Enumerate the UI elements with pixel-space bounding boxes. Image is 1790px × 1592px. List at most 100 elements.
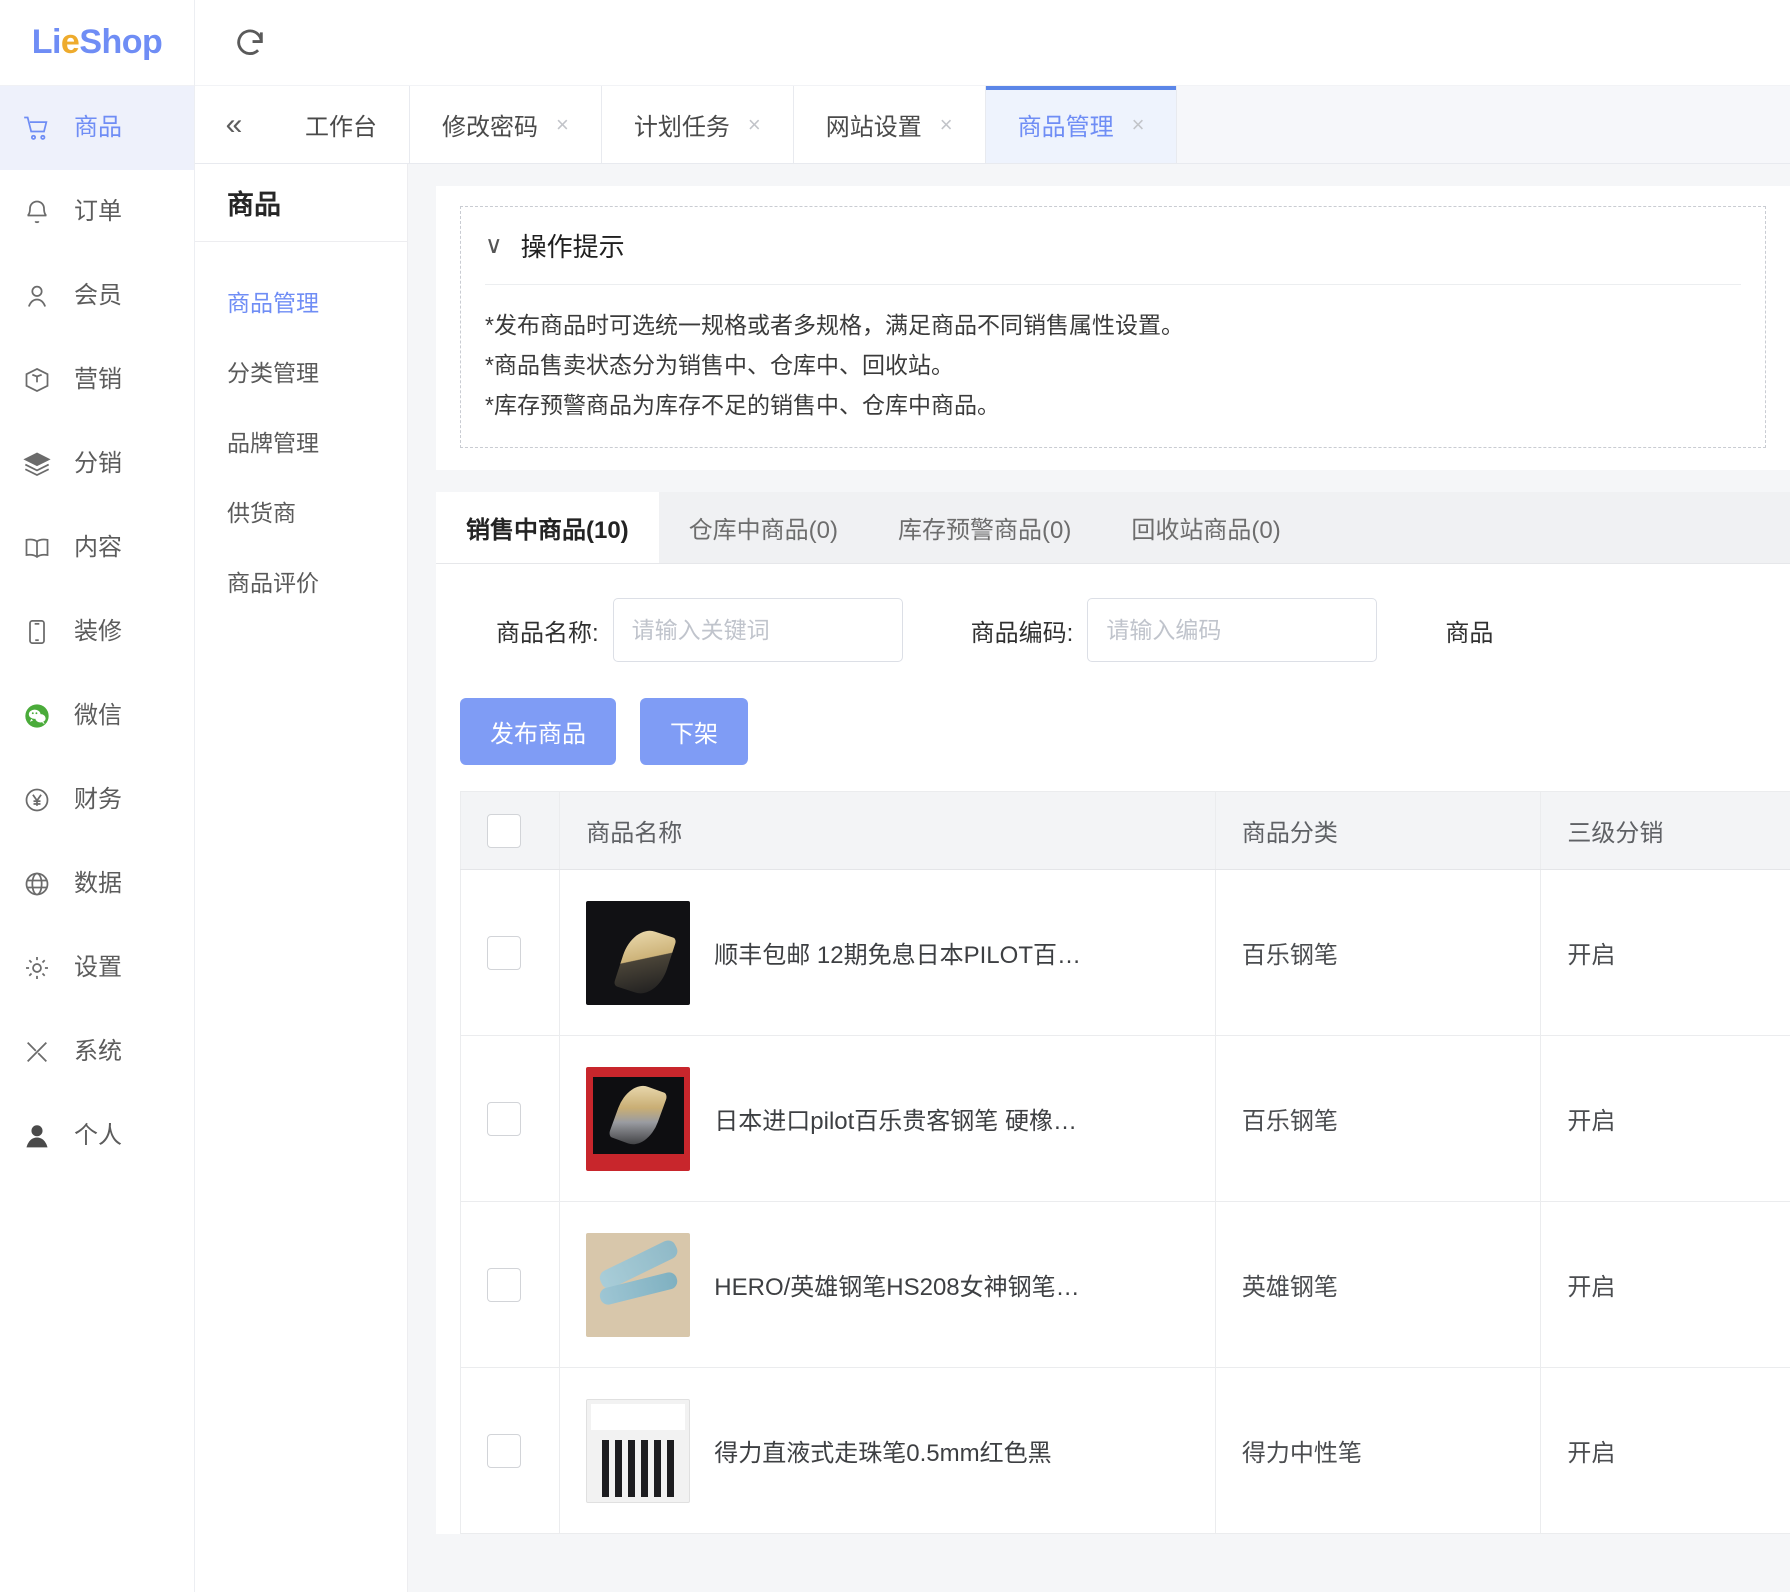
goods-name-text: 顺丰包邮 12期免息日本PILOT百…: [714, 942, 1081, 969]
main-panel: ∨ 操作提示 *发布商品时可选统一规格或者多规格，满足商品不同销售属性设置。 *…: [408, 164, 1790, 1592]
goods-table: 商品名称 商品分类 三级分销 顺丰包邮 12期免息日本PILOT百… 百乐钢笔 …: [459, 791, 1790, 1534]
sidebar-label-marketing: 营销: [74, 366, 122, 393]
filter-third-label: 商品: [1445, 619, 1494, 647]
goods-thumbnail: [586, 1232, 691, 1337]
goods-thumbnail: [586, 1398, 691, 1503]
row-select-cell: [459, 1201, 561, 1368]
row-checkbox[interactable]: [487, 935, 521, 970]
refresh-icon[interactable]: [233, 26, 267, 60]
submenu-item-supplier[interactable]: 供货商: [195, 476, 407, 546]
sidebar-item-personal[interactable]: 个人: [0, 1094, 194, 1178]
operation-tips-header[interactable]: ∨ 操作提示: [485, 207, 1741, 285]
tab-warehouse-goods[interactable]: 仓库中商品(0): [659, 492, 868, 563]
mobile-icon: [22, 617, 52, 647]
close-icon[interactable]: ×: [940, 113, 953, 136]
goods-cell: 顺丰包邮 12期免息日本PILOT百…: [586, 900, 1189, 1005]
cube-icon: [22, 365, 52, 395]
goods-panel: 销售中商品(10) 仓库中商品(0) 库存预警商品(0) 回收站商品(0) 商品…: [436, 492, 1790, 1534]
brand-logo-part2: e: [60, 23, 80, 61]
user-icon: [22, 281, 52, 311]
filter-goods-name: 商品名称:: [496, 598, 903, 662]
filter-goods-code: 商品编码:: [971, 598, 1378, 662]
table-row[interactable]: 得力直液式走珠笔0.5mm红色黑 得力中性笔 开启: [459, 1367, 1790, 1534]
unlist-goods-button[interactable]: 下架: [640, 698, 748, 765]
tab-workbench[interactable]: 工作台: [273, 86, 410, 163]
row-goods-name-cell: 得力直液式走珠笔0.5mm红色黑: [559, 1367, 1216, 1534]
person-icon: [22, 1121, 52, 1151]
close-icon[interactable]: ×: [556, 113, 569, 136]
gear-icon: [22, 953, 52, 983]
goods-cell: 得力直液式走珠笔0.5mm红色黑: [586, 1398, 1189, 1503]
row-category-cell: 百乐钢笔: [1214, 869, 1542, 1036]
tab-change-password[interactable]: 修改密码 ×: [410, 86, 602, 163]
submenu-item-brand-management[interactable]: 品牌管理: [195, 406, 407, 476]
cart-icon: [22, 113, 52, 143]
column-goods-name: 商品名称: [559, 791, 1216, 870]
close-icon[interactable]: ×: [748, 113, 761, 136]
sidebar-label-members: 会员: [74, 282, 122, 309]
sidebar-item-wechat[interactable]: 微信: [0, 674, 194, 758]
chevron-down-icon[interactable]: ∨: [485, 231, 503, 260]
globe-icon: [22, 869, 52, 899]
row-select-cell: [459, 1367, 561, 1534]
tab-label: 网站设置: [825, 114, 922, 141]
row-checkbox[interactable]: [487, 1101, 521, 1136]
operation-tips-body: *发布商品时可选统一规格或者多规格，满足商品不同销售属性设置。 *商品售卖状态分…: [485, 285, 1741, 425]
brand-logo-part3: Shop: [79, 23, 163, 61]
sidebar-item-finance[interactable]: 财务: [0, 758, 194, 842]
column-three-level-distribution: 三级分销: [1540, 791, 1790, 870]
tab-goods-management[interactable]: 商品管理 ×: [985, 86, 1178, 163]
goods-table-wrapper: 商品名称 商品分类 三级分销 顺丰包邮 12期免息日本PILOT百… 百乐钢笔 …: [436, 791, 1790, 1534]
close-icon[interactable]: ×: [1132, 113, 1145, 136]
filter-bar: 商品名称: 商品编码: 商品: [436, 564, 1790, 692]
sidebar-item-orders[interactable]: 订单: [0, 170, 194, 254]
table-header-row: 商品名称 商品分类 三级分销: [459, 791, 1790, 870]
row-checkbox[interactable]: [487, 1433, 521, 1468]
sidebar-item-members[interactable]: 会员: [0, 254, 194, 338]
sidebar-label-personal: 个人: [74, 1122, 122, 1149]
table-row[interactable]: 日本进口pilot百乐贵客钢笔 硬橡… 百乐钢笔 开启: [459, 1035, 1790, 1202]
goods-thumbnail: [586, 900, 691, 1005]
tab-site-settings[interactable]: 网站设置 ×: [793, 86, 986, 163]
goods-name-input[interactable]: [612, 598, 903, 662]
collapse-tabs-button[interactable]: «: [195, 86, 273, 163]
tab-on-sale-goods[interactable]: 销售中商品(10): [436, 492, 659, 563]
tab-scheduled-tasks[interactable]: 计划任务 ×: [601, 86, 794, 163]
sidebar-item-decoration[interactable]: 装修: [0, 590, 194, 674]
sidebar-item-data[interactable]: 数据: [0, 842, 194, 926]
bell-icon: [22, 197, 52, 227]
brand-logo[interactable]: LieShop: [0, 0, 194, 86]
sidebar-item-distribution[interactable]: 分销: [0, 422, 194, 506]
table-row[interactable]: 顺丰包邮 12期免息日本PILOT百… 百乐钢笔 开启: [459, 869, 1790, 1036]
browser-tabbar: « 工作台 修改密码 × 计划任务 × 网站设置 × 商品管理 ×: [195, 86, 1790, 164]
sidebar-label-goods: 商品: [74, 114, 122, 141]
sidebar-item-goods[interactable]: 商品: [0, 86, 194, 170]
select-all-header: [459, 791, 561, 870]
publish-goods-button[interactable]: 发布商品: [460, 698, 616, 765]
module-submenu: 商品 商品管理 分类管理 品牌管理 供货商 商品评价: [195, 164, 408, 1592]
sidebar-item-settings[interactable]: 设置: [0, 926, 194, 1010]
submenu-item-category-management[interactable]: 分类管理: [195, 336, 407, 406]
goods-code-input[interactable]: [1087, 598, 1378, 662]
table-row[interactable]: HERO/英雄钢笔HS208女神钢笔… 英雄钢笔 开启: [459, 1201, 1790, 1368]
operation-tips-box: ∨ 操作提示 *发布商品时可选统一规格或者多规格，满足商品不同销售属性设置。 *…: [460, 206, 1766, 448]
brand-logo-part1: Li: [31, 23, 62, 61]
submenu-item-goods-reviews[interactable]: 商品评价: [195, 546, 407, 616]
goods-name-text: HERO/英雄钢笔HS208女神钢笔…: [714, 1274, 1080, 1301]
row-checkbox[interactable]: [487, 1267, 521, 1302]
book-icon: [22, 533, 52, 563]
sidebar-item-content[interactable]: 内容: [0, 506, 194, 590]
sidebar-label-data: 数据: [74, 870, 122, 897]
sidebar-item-marketing[interactable]: 营销: [0, 338, 194, 422]
tab-stock-warning-goods[interactable]: 库存预警商品(0): [868, 492, 1101, 563]
tab-recycle-bin-goods[interactable]: 回收站商品(0): [1101, 492, 1310, 563]
column-goods-category: 商品分类: [1214, 791, 1542, 870]
select-all-checkbox[interactable]: [487, 813, 521, 848]
goods-cell: 日本进口pilot百乐贵客钢笔 硬橡…: [586, 1066, 1189, 1171]
action-bar: 发布商品 下架: [436, 692, 1790, 791]
tab-label: 工作台: [305, 114, 377, 141]
sidebar-item-system[interactable]: 系统: [0, 1010, 194, 1094]
submenu-item-goods-management[interactable]: 商品管理: [195, 266, 407, 336]
sidebar-label-finance: 财务: [74, 786, 122, 813]
row-select-cell: [459, 869, 561, 1036]
